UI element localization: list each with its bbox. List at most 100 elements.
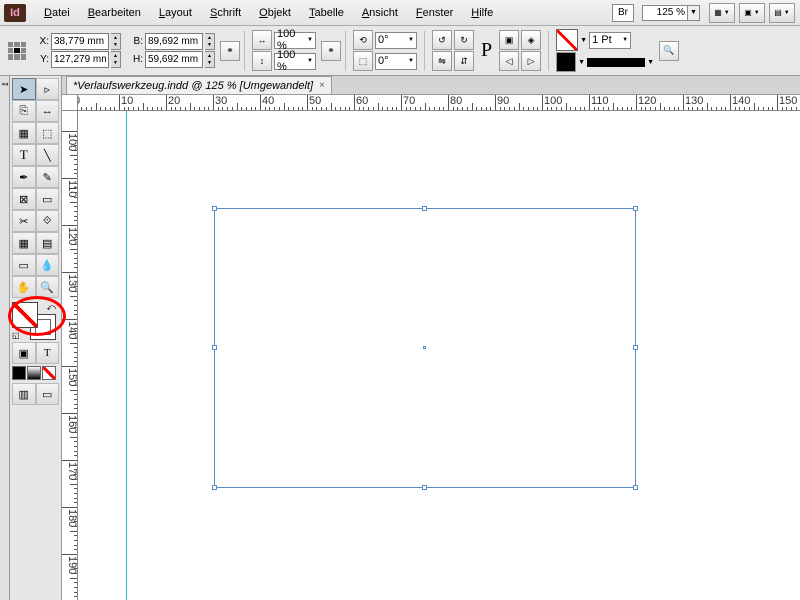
scale-y-icon: ↕ — [252, 51, 272, 71]
resize-handle-s[interactable] — [422, 485, 427, 490]
menu-schrift[interactable]: Schrift — [202, 4, 249, 22]
rotate-icon: ⟲ — [353, 30, 373, 50]
quick-apply-icon[interactable]: 🔍 — [659, 41, 679, 61]
line-tool[interactable]: ╲ — [36, 144, 60, 166]
rotate-input[interactable]: 0°▼ — [375, 32, 417, 49]
menu-layout[interactable]: Layout — [151, 4, 200, 22]
shear-icon: ⬚ — [353, 51, 373, 71]
stroke-color-swatch[interactable] — [556, 52, 576, 72]
constrain-scale-icon[interactable]: ⚭ — [321, 41, 341, 61]
select-container-icon[interactable]: ▣ — [499, 30, 519, 50]
h-input[interactable] — [145, 51, 203, 68]
menu-tabelle[interactable]: Tabelle — [301, 4, 352, 22]
preview-view-icon[interactable]: ▭ — [36, 383, 60, 405]
h-spinner[interactable]: ▲▼ — [205, 51, 215, 68]
fill-stroke-control[interactable]: ⤺ ◱ — [12, 302, 60, 340]
fill-swatch[interactable] — [556, 29, 578, 51]
stroke-weight-input[interactable]: 1 Pt▼ — [589, 32, 631, 49]
flip-v-icon[interactable]: ⇵ — [454, 51, 474, 71]
gradient-swatch-tool[interactable]: ▦ — [12, 232, 36, 254]
menu-objekt[interactable]: Objekt — [251, 4, 299, 22]
zoom-tool[interactable]: 🔍 — [36, 276, 60, 298]
menu-bearbeiten[interactable]: Bearbeiten — [80, 4, 149, 22]
paragraph-mode-icon[interactable]: P — [479, 39, 494, 62]
selection-tool[interactable]: ➤ — [12, 78, 36, 100]
close-tab-icon[interactable]: × — [319, 80, 325, 91]
w-spinner[interactable]: ▲▼ — [205, 33, 215, 50]
ruler-origin[interactable] — [62, 95, 78, 111]
pen-tool[interactable]: ✒ — [12, 166, 36, 188]
gap-tool[interactable]: ↔ — [36, 100, 60, 122]
zoom-dropdown[interactable]: ▼ — [688, 5, 700, 21]
select-content-icon[interactable]: ◈ — [521, 30, 541, 50]
rectangle-frame-tool[interactable]: ⊠ — [12, 188, 36, 210]
content-tool[interactable]: ▦ — [12, 122, 36, 144]
menu-fenster[interactable]: Fenster — [408, 4, 461, 22]
direct-selection-tool[interactable]: ▹ — [36, 78, 60, 100]
y-spinner[interactable]: ▲▼ — [111, 51, 121, 68]
resize-handle-w[interactable] — [212, 345, 217, 350]
content-placer-tool[interactable]: ⬚ — [36, 122, 60, 144]
note-tool[interactable]: ▭ — [12, 254, 36, 276]
formatting-text-icon[interactable]: T — [36, 342, 60, 364]
document-tab-title: *Verlaufswerkzeug.indd @ 125 % [Umgewand… — [73, 80, 313, 92]
stroke-style-preview[interactable] — [587, 58, 645, 67]
formatting-container-icon[interactable]: ▣ — [12, 342, 36, 364]
horizontal-ruler[interactable]: 0102030405060708090100110120130140150160 — [78, 95, 800, 111]
hand-tool[interactable]: ✋ — [12, 276, 36, 298]
fill-color-swatch[interactable] — [12, 302, 38, 328]
vertical-ruler[interactable]: 100110120130140150160170180190200 — [62, 111, 78, 600]
scale-x-input[interactable]: 100 %▼ — [274, 32, 316, 49]
scale-y-input[interactable]: 100 %▼ — [274, 53, 316, 70]
shear-input[interactable]: 0°▼ — [375, 53, 417, 70]
rotate-ccw-icon[interactable]: ↺ — [432, 30, 452, 50]
free-transform-tool[interactable]: ⟐ — [36, 210, 60, 232]
type-tool[interactable]: T — [12, 144, 36, 166]
rectangle-tool[interactable]: ▭ — [36, 188, 60, 210]
x-spinner[interactable]: ▲▼ — [111, 33, 121, 50]
gradient-feather-tool[interactable]: ▤ — [36, 232, 60, 254]
y-label: Y: — [35, 54, 49, 65]
menu-hilfe[interactable]: Hilfe — [463, 4, 501, 22]
resize-handle-se[interactable] — [633, 485, 638, 490]
reference-point[interactable] — [8, 42, 26, 60]
flip-h-icon[interactable]: ⇋ — [432, 51, 452, 71]
menu-datei[interactable]: Datei — [36, 4, 78, 22]
resize-handle-sw[interactable] — [212, 485, 217, 490]
normal-view-icon[interactable]: ▥ — [12, 383, 36, 405]
resize-handle-e[interactable] — [633, 345, 638, 350]
canvas[interactable] — [78, 111, 800, 600]
toolbox: ➤▹ ⎘↔ ▦⬚ T╲ ✒✎ ⊠▭ ✂⟐ ▦▤ ▭💧 ✋🔍 ⤺ ◱ ▣T ▥▭ — [10, 76, 62, 600]
menu-ansicht[interactable]: Ansicht — [354, 4, 406, 22]
rotate-cw-icon[interactable]: ↻ — [454, 30, 474, 50]
zoom-input[interactable] — [642, 5, 688, 21]
view-options-button[interactable]: ▦▼ — [709, 3, 735, 23]
resize-handle-nw[interactable] — [212, 206, 217, 211]
resize-handle-ne[interactable] — [633, 206, 638, 211]
resize-handle-n[interactable] — [422, 206, 427, 211]
apply-gradient-icon[interactable] — [27, 366, 41, 380]
center-point — [423, 346, 426, 349]
w-input[interactable] — [145, 33, 203, 50]
panel-collapse-strip[interactable]: ◂◂ — [0, 76, 10, 600]
select-next-icon[interactable]: ▷ — [521, 51, 541, 71]
constrain-wh-icon[interactable]: ⚭ — [220, 41, 240, 61]
h-label: H: — [129, 54, 143, 65]
default-colors-icon[interactable]: ◱ — [12, 331, 20, 340]
select-prev-icon[interactable]: ◁ — [499, 51, 519, 71]
eyedropper-tool[interactable]: 💧 — [36, 254, 60, 276]
apply-color-icon[interactable] — [12, 366, 26, 380]
arrange-button[interactable]: ▤▼ — [769, 3, 795, 23]
y-input[interactable] — [51, 51, 109, 68]
swap-colors-icon[interactable]: ⤺ — [46, 302, 56, 313]
page-tool[interactable]: ⎘ — [12, 100, 36, 122]
screen-mode-button[interactable]: ▣▼ — [739, 3, 765, 23]
bridge-button[interactable]: Br — [612, 4, 634, 22]
pencil-tool[interactable]: ✎ — [36, 166, 60, 188]
scissors-tool[interactable]: ✂ — [12, 210, 36, 232]
document-tab[interactable]: *Verlaufswerkzeug.indd @ 125 % [Umgewand… — [66, 76, 332, 94]
x-input[interactable] — [51, 33, 109, 50]
apply-none-icon[interactable] — [42, 366, 56, 380]
selected-frame[interactable] — [214, 208, 636, 488]
column-guide[interactable] — [126, 111, 127, 600]
